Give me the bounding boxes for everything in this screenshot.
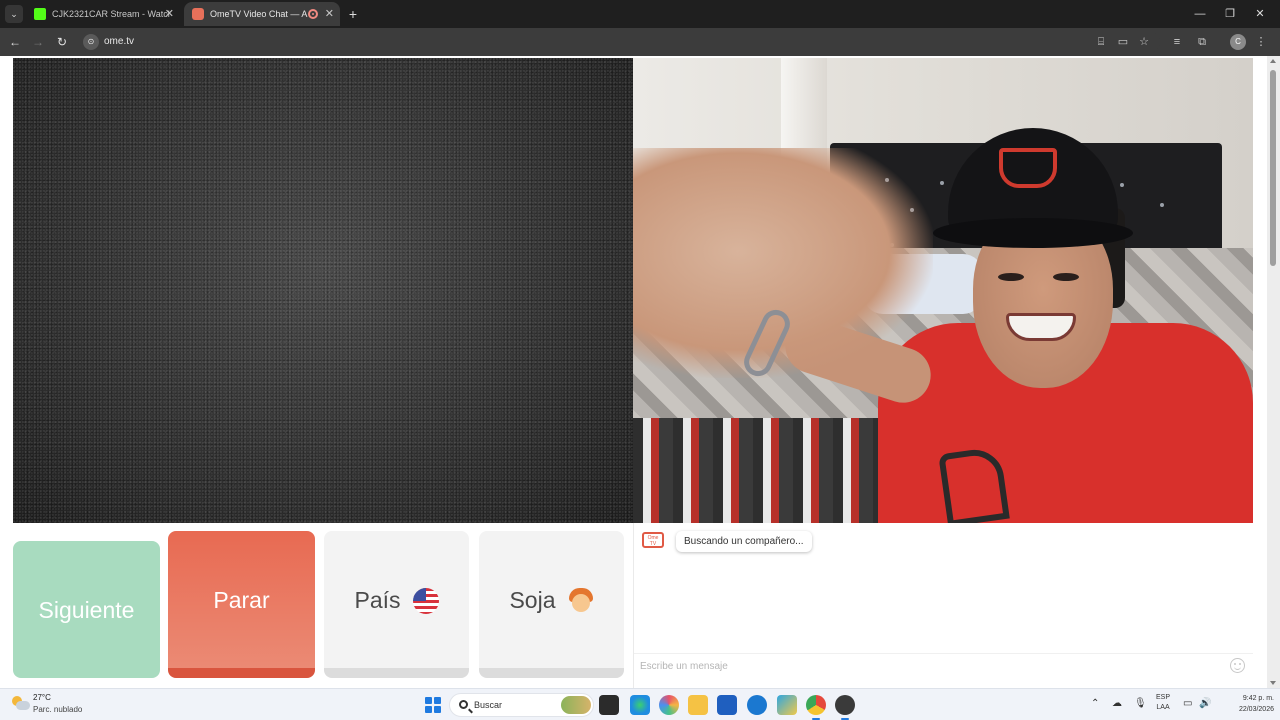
gender-button-label: Soja [509, 587, 556, 614]
translate-icon[interactable]: ⌸ [1093, 34, 1109, 50]
taskbar-clock[interactable]: 9:42 p. m. 22/03/2026 [1218, 693, 1274, 715]
scene-eye-right [1053, 273, 1079, 281]
language-region: LAA [1156, 704, 1170, 711]
search-highlight-icon [561, 696, 591, 714]
forward-arrow-icon[interactable]: → [30, 34, 46, 50]
extensions-icon[interactable]: ⧉ [1194, 34, 1210, 50]
minimize-icon[interactable]: — [1185, 0, 1215, 28]
profile-avatar[interactable]: C [1230, 34, 1246, 50]
weather-icon[interactable] [12, 696, 30, 712]
tab-close-icon[interactable]: ✕ [165, 2, 174, 26]
browser-tab-strip: ⌄ CJK2321CAR Stream - Watch Li ✕ OmeTV V… [0, 0, 1280, 28]
scene-eye-left [998, 273, 1024, 281]
scene-cap-brim [933, 218, 1133, 248]
chat-status-message: Buscando un compañero... [676, 531, 812, 552]
ometv-logo-icon: Ome TV [642, 532, 664, 548]
tab-kick-stream[interactable]: CJK2321CAR Stream - Watch Li ✕ [26, 2, 180, 26]
chrome-icon[interactable] [806, 695, 826, 720]
scroll-up-icon[interactable] [1270, 59, 1276, 63]
clock-time: 9:42 p. m. [1242, 695, 1274, 702]
remote-video [633, 58, 1253, 523]
country-button-label: País [354, 587, 401, 614]
network-icon[interactable]: ▭ [1183, 698, 1192, 709]
browser-toolbar: ← → ↻ ⊙ ome.tv ⌸ ▭ ☆ ≡ ⧉ C ⋮ [0, 28, 1280, 56]
task-view-icon[interactable] [599, 695, 619, 715]
close-window-icon[interactable]: ✕ [1245, 0, 1275, 28]
scroll-thumb[interactable] [1270, 70, 1276, 266]
emoji-icon[interactable] [1230, 658, 1245, 673]
chat-input-area [634, 653, 1253, 677]
tray-overflow-icon[interactable]: ⌃ [1091, 698, 1099, 709]
recording-indicator-icon [308, 9, 318, 19]
tab-ometv[interactable]: OmeTV Video Chat — Alter ✕ [184, 2, 340, 26]
media-control-icon[interactable]: ≡ [1169, 34, 1185, 50]
chat-panel: Ome TV Buscando un compañero... [633, 523, 1253, 688]
clock-date: 22/03/2026 [1238, 706, 1274, 713]
language-code: ESP [1156, 694, 1171, 701]
scroll-down-icon[interactable] [1270, 681, 1276, 685]
file-explorer-icon[interactable] [688, 695, 708, 715]
microsoft-store-icon[interactable] [717, 695, 737, 715]
back-arrow-icon[interactable]: ← [7, 34, 23, 50]
volume-icon[interactable]: 🔊 [1199, 698, 1211, 709]
taskbar-search-label: Buscar [474, 700, 503, 710]
weather-condition[interactable]: Parc. nublado [33, 705, 82, 714]
ometv-favicon-icon [192, 8, 204, 20]
microphone-icon[interactable]: 🎙 [1134, 698, 1147, 709]
chat-message-input[interactable] [640, 656, 1220, 676]
onedrive-icon[interactable]: ☁ [1112, 698, 1122, 709]
hp-support-icon[interactable] [747, 695, 767, 715]
site-info-icon[interactable]: ⊙ [83, 34, 99, 50]
local-video-static [13, 58, 633, 523]
next-button[interactable]: Siguiente [13, 541, 160, 678]
url-text[interactable]: ome.tv [104, 31, 134, 53]
scene-blanket [633, 418, 893, 523]
tab-title: CJK2321CAR Stream - Watch Li [52, 9, 170, 19]
tab-title: OmeTV Video Chat — Alter [210, 9, 308, 19]
tab-search-icon[interactable]: ⌄ [5, 5, 23, 23]
edge-browser-icon[interactable] [630, 695, 650, 715]
us-flag-icon [412, 587, 439, 614]
scene-cap-logo [999, 148, 1057, 188]
obs-recorder-icon[interactable] [835, 695, 855, 720]
reload-icon[interactable]: ↻ [54, 34, 70, 50]
search-icon [459, 700, 468, 709]
country-filter-button[interactable]: País [324, 531, 469, 678]
tab-close-icon[interactable]: ✕ [325, 2, 334, 26]
stop-button-label: Parar [213, 587, 270, 614]
restore-icon[interactable]: ❐ [1215, 0, 1245, 28]
ometv-page: Siguiente Parar País Soja Ome TV Buscand… [0, 56, 1280, 688]
language-indicator[interactable]: ESP LAA [1156, 693, 1170, 713]
stop-button[interactable]: Parar [168, 531, 315, 678]
gender-filter-button[interactable]: Soja [479, 531, 624, 678]
next-button-label: Siguiente [38, 597, 135, 624]
scene-mouth [1006, 313, 1076, 341]
windows-taskbar: 27°C Parc. nublado Buscar ⌃ ☁ 🎙 ESP LAA … [0, 688, 1280, 720]
app-icon[interactable] [777, 695, 797, 715]
page-scrollbar[interactable] [1267, 56, 1280, 688]
taskbar-search[interactable]: Buscar [449, 693, 594, 717]
copilot-icon[interactable] [659, 695, 679, 715]
weather-temperature[interactable]: 27°C [33, 693, 51, 702]
new-tab-icon[interactable]: + [346, 5, 360, 23]
menu-kebab-icon[interactable]: ⋮ [1253, 34, 1269, 50]
start-menu-icon[interactable] [425, 697, 441, 713]
address-bar[interactable]: ⊙ ome.tv [80, 31, 1160, 53]
boy-avatar-icon [568, 587, 594, 614]
scene-hand [633, 148, 933, 378]
bookmark-star-icon[interactable]: ☆ [1136, 34, 1152, 50]
kick-favicon-icon [34, 8, 46, 20]
cast-icon[interactable]: ▭ [1115, 34, 1131, 50]
